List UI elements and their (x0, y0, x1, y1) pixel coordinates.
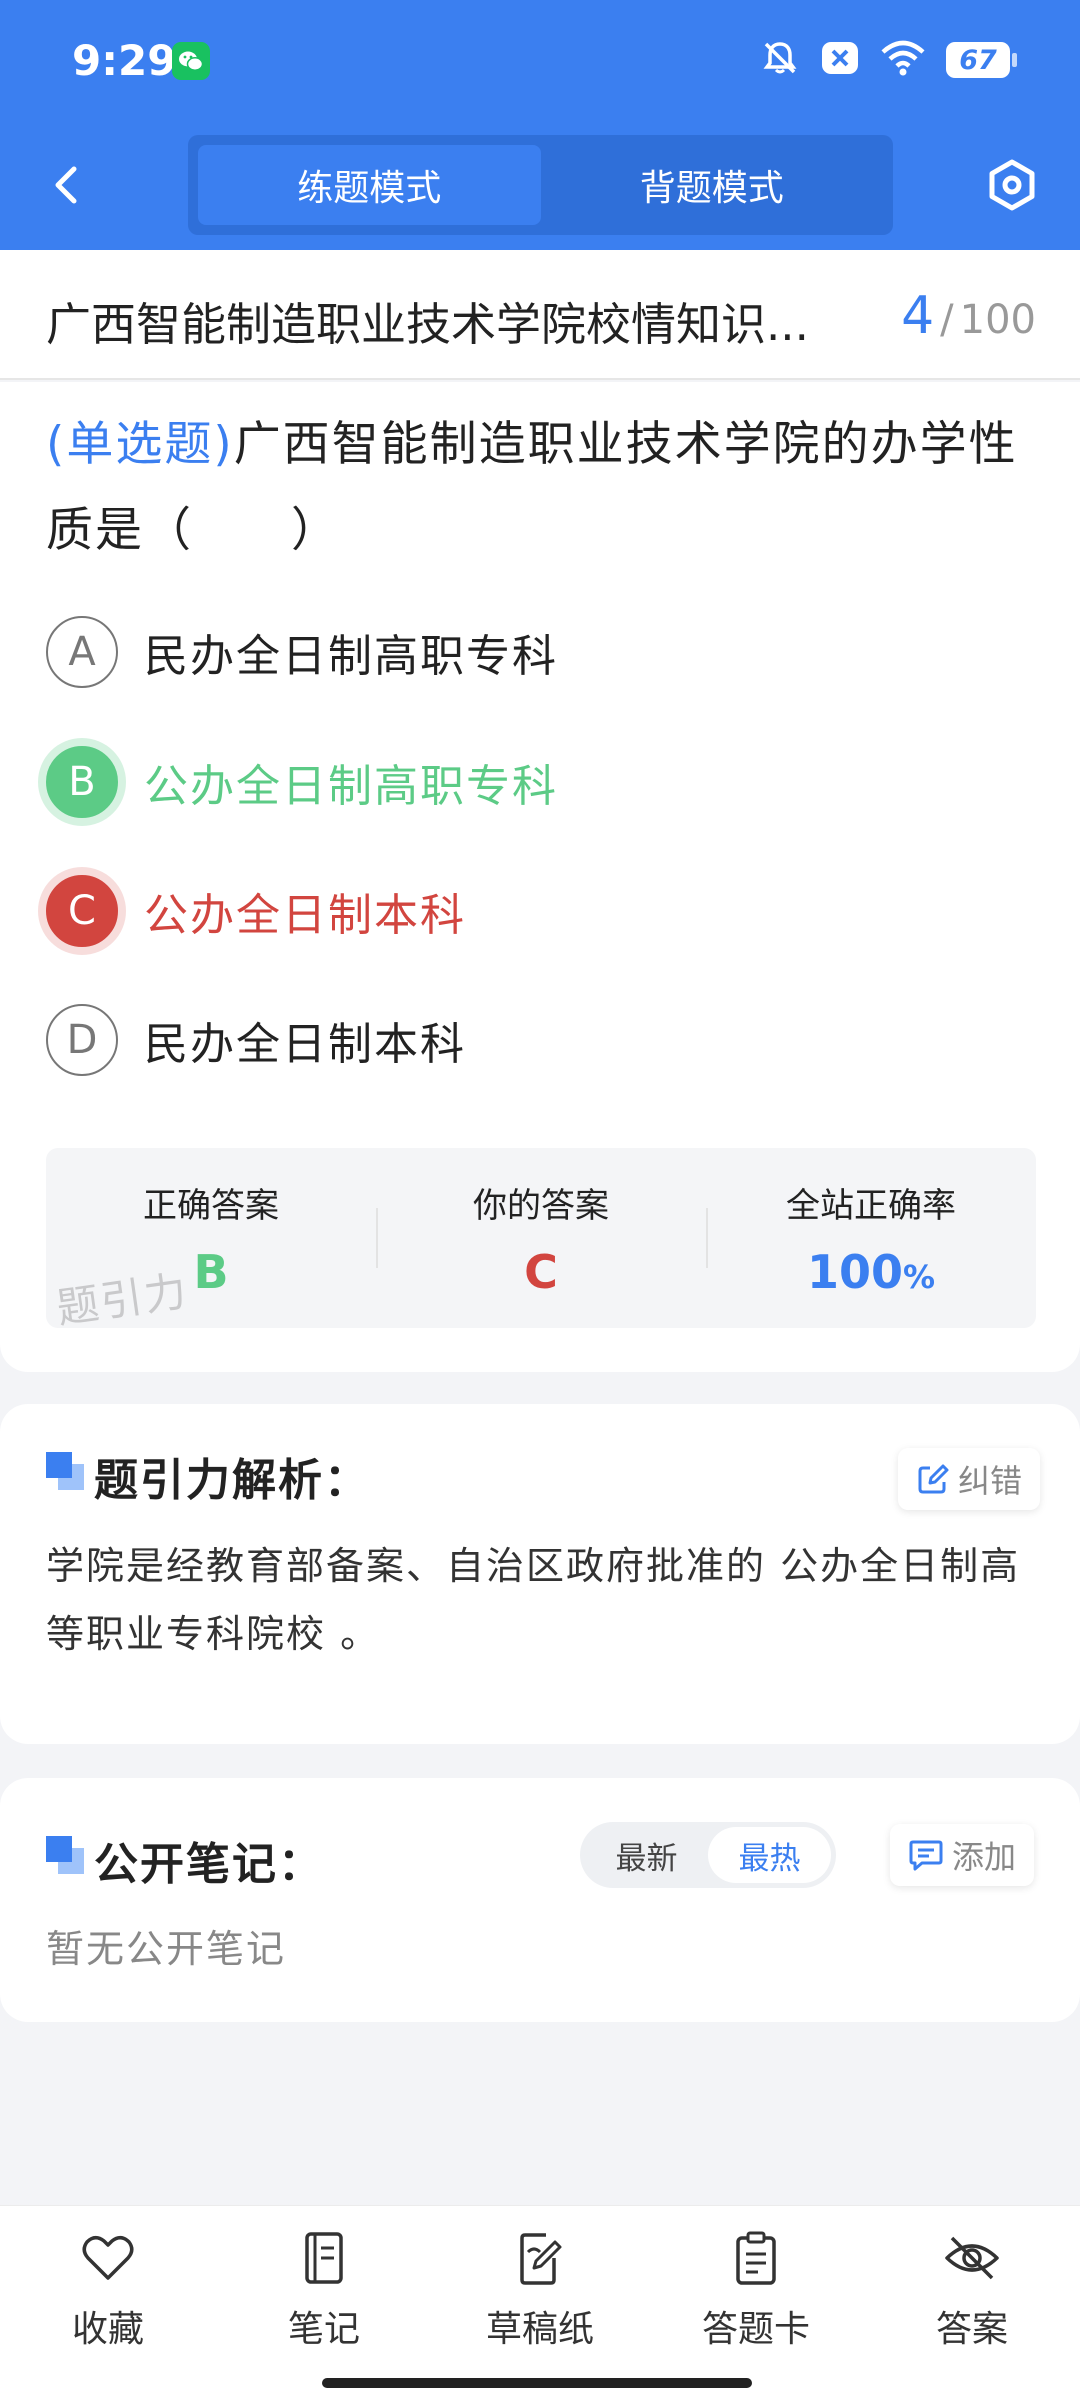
option-text: 公办全日制高职专科 (144, 761, 558, 812)
tab-recite-mode[interactable]: 背题模式 (541, 145, 884, 225)
progress-separator: / (940, 297, 954, 343)
quiz-title: 广西智能制造职业技术学院校情知识... (46, 298, 809, 351)
analysis-text: 学院是经教育部备案、自治区政府批准的 公办全日制高等职业专科院校 。 (46, 1544, 1021, 1656)
heart-icon (82, 2236, 134, 2280)
notes-sort-toggle: 最新 最热 (580, 1822, 836, 1888)
accuracy-unit: % (902, 1258, 936, 1296)
nav-bar: 练题模式 背题模式 (0, 125, 1080, 250)
battery-icon: 67 (946, 42, 1017, 78)
analysis-card: 题引力解析： 纠错 学院是经教育部备案、自治区政府批准的 公办全日制高等职业专科… (0, 1404, 1080, 1744)
option-text: 公办全日制本科 (144, 890, 466, 941)
wifi-icon (880, 40, 926, 80)
tab-favorite-label: 收藏 (71, 2309, 144, 2350)
add-note-label: 添加 (952, 1838, 1017, 1876)
your-answer-column: 你的答案 C (376, 1148, 706, 1328)
option-letter: D (46, 1004, 118, 1076)
hexagon-settings-icon (989, 159, 1035, 211)
accuracy-number: 100 (806, 1245, 903, 1299)
accuracy-column: 全站正确率 100% (706, 1148, 1036, 1328)
tab-favorite[interactable]: 收藏 (28, 2228, 188, 2352)
question-card: (单选题)广西智能制造职业技术学院的办学性质是（ ） A 民办全日制高职专科 B… (0, 382, 1080, 1372)
settings-button[interactable] (982, 155, 1042, 215)
accuracy-label: 全站正确率 (786, 1186, 956, 1226)
tab-draft-paper-label: 草稿纸 (485, 2309, 594, 2350)
option-letter: A (46, 616, 118, 688)
tab-notes-label: 笔记 (287, 2309, 360, 2350)
tab-answer-sheet-label: 答题卡 (701, 2309, 810, 2350)
question-text-block: (单选题)广西智能制造职业技术学院的办学性质是（ ） (46, 402, 1036, 574)
watermark: 题引力 (53, 1266, 192, 1328)
option-text: 民办全日制本科 (144, 1019, 466, 1070)
question-progress: 4/100 (901, 286, 1036, 346)
sort-newest[interactable]: 最新 (585, 1827, 708, 1883)
report-error-label: 纠错 (958, 1462, 1023, 1500)
total-questions: 100 (959, 297, 1036, 343)
correct-answer-label: 正确答案 (143, 1186, 279, 1226)
wechat-icon (172, 42, 210, 80)
question-title-bar: 广西智能制造职业技术学院校情知识... 4/100 (0, 250, 1080, 380)
section-square-icon (46, 1836, 84, 1874)
answer-summary: 正确答案 B 题引力 你的答案 C 全站正确率 100% (46, 1148, 1036, 1328)
tab-draft-paper[interactable]: 草稿纸 (460, 2228, 620, 2352)
notes-card: 公开笔记： 最新 最热 添加 暂无公开笔记 (0, 1778, 1080, 2022)
status-icons: 67 (760, 38, 1017, 82)
tab-notes[interactable]: 笔记 (244, 2228, 404, 2352)
comment-icon (909, 1840, 943, 1871)
eye-off-icon (945, 2236, 999, 2280)
analysis-title: 题引力解析： (94, 1455, 370, 1506)
report-error-button[interactable]: 纠错 (898, 1448, 1041, 1510)
bottom-tab-bar: 收藏 笔记 草稿纸 答题卡 答案 (0, 2205, 1080, 2400)
notes-title: 公开笔记： (94, 1839, 324, 1890)
mode-switch: 练题模式 背题模式 (188, 135, 893, 235)
question-type: (单选题) (46, 417, 234, 472)
home-indicator[interactable] (322, 2378, 752, 2388)
status-time: 9:29 (72, 36, 177, 85)
status-bar: 9:29 67 (0, 0, 1080, 125)
edit-icon (918, 1464, 949, 1494)
tab-answer[interactable]: 答案 (892, 2228, 1052, 2352)
tab-answer-label: 答案 (935, 2309, 1008, 2350)
tab-practice-mode[interactable]: 练题模式 (198, 145, 541, 225)
correct-answer-value: B (193, 1245, 229, 1299)
tab-answer-sheet[interactable]: 答题卡 (676, 2228, 836, 2352)
answer-sheet-icon (736, 2231, 776, 2285)
your-answer-value: C (524, 1245, 558, 1299)
option-letter: B (46, 746, 118, 818)
correct-answer-column: 正确答案 B 题引力 (46, 1148, 376, 1328)
current-question-number: 4 (901, 286, 935, 346)
notebook-icon (305, 2232, 343, 2284)
option-letter: C (46, 875, 118, 947)
chevron-left-icon (55, 166, 77, 204)
your-answer-label: 你的答案 (473, 1186, 609, 1226)
section-square-icon (46, 1452, 84, 1490)
sort-hottest[interactable]: 最热 (708, 1827, 831, 1883)
option-b[interactable]: B 公办全日制高职专科 (46, 742, 946, 822)
option-text: 民办全日制高职专科 (144, 631, 558, 682)
x-badge-icon (820, 40, 860, 80)
bell-off-icon (760, 38, 800, 82)
add-note-button[interactable]: 添加 (890, 1824, 1035, 1886)
empty-notes-text: 暂无公开笔记 (46, 1927, 287, 1971)
option-c[interactable]: C 公办全日制本科 (46, 871, 946, 951)
option-d[interactable]: D 民办全日制本科 (46, 1000, 946, 1080)
accuracy-value: 100% (807, 1245, 935, 1299)
back-button[interactable] (38, 155, 98, 215)
option-a[interactable]: A 民办全日制高职专科 (46, 612, 946, 692)
header: 9:29 67 练题模式 背题模式 (0, 0, 1080, 250)
draft-paper-icon (520, 2233, 562, 2285)
